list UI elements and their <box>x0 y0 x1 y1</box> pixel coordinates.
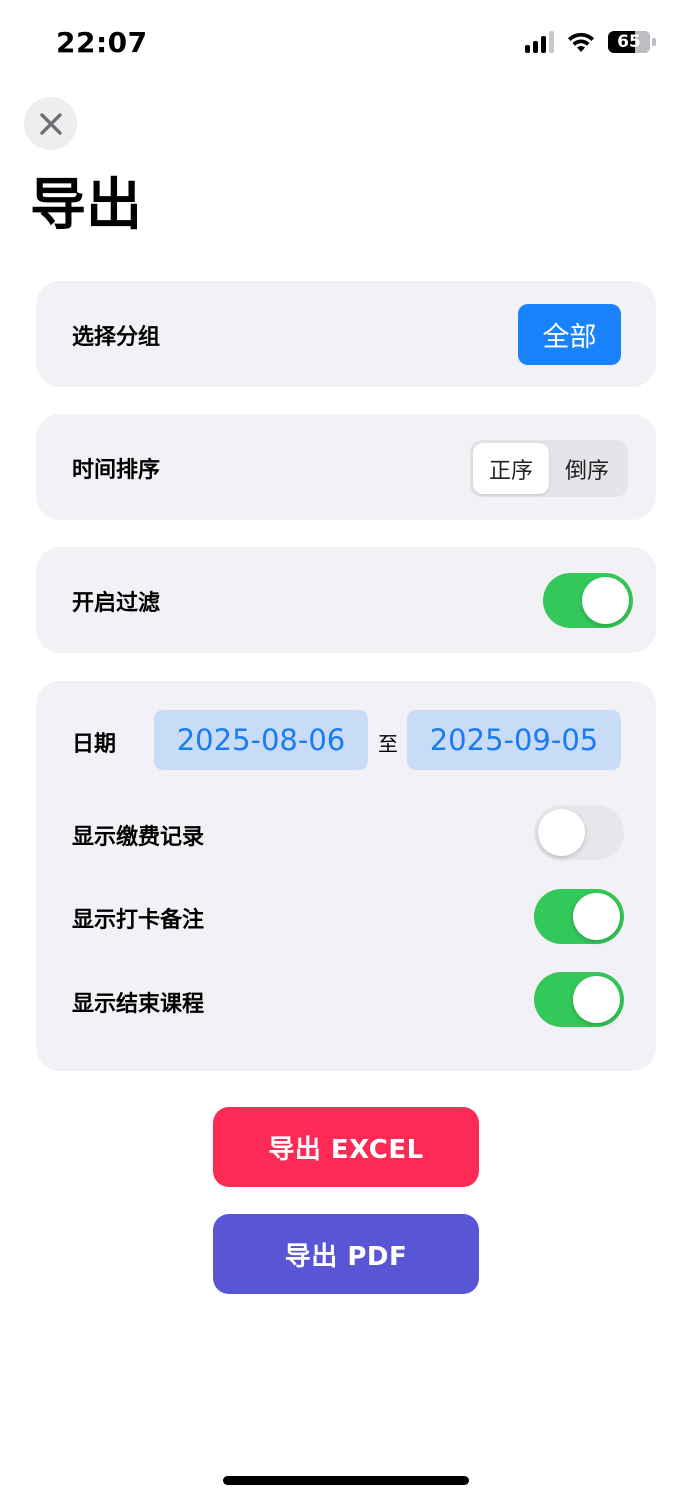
export-pdf-button[interactable]: 导出 PDF <box>213 1214 479 1294</box>
close-icon <box>39 112 62 135</box>
cellular-signal-icon <box>525 31 554 53</box>
close-button[interactable] <box>24 97 77 150</box>
show-payment-records-label: 显示缴费记录 <box>72 825 205 850</box>
show-ended-courses-toggle[interactable] <box>534 972 624 1027</box>
date-separator: 至 <box>378 732 398 756</box>
group-card: 选择分组 全部 <box>36 281 656 387</box>
page-title: 导出 <box>30 173 142 238</box>
sort-card: 时间排序 正序 倒序 <box>36 414 656 520</box>
sort-ascending-segment[interactable]: 正序 <box>473 443 549 494</box>
start-date-field[interactable]: 2025-08-06 <box>154 710 368 770</box>
end-date-field[interactable]: 2025-09-05 <box>407 710 621 770</box>
show-payment-records-toggle[interactable] <box>534 805 624 860</box>
show-checkin-notes-label: 显示打卡备注 <box>72 908 205 933</box>
sort-descending-segment[interactable]: 倒序 <box>549 443 625 494</box>
home-indicator <box>223 1476 469 1485</box>
show-ended-courses-label: 显示结束课程 <box>72 992 205 1017</box>
group-label: 选择分组 <box>72 325 161 350</box>
wifi-icon <box>568 32 594 52</box>
sort-segmented-control: 正序 倒序 <box>470 440 628 497</box>
toggle-knob <box>538 809 585 856</box>
toggle-knob <box>582 577 629 624</box>
sort-label: 时间排序 <box>72 458 161 483</box>
filter-options-card: 日期 2025-08-06 至 2025-09-05 显示缴费记录 显示打卡备注… <box>36 681 656 1071</box>
filter-label: 开启过滤 <box>72 591 161 616</box>
battery-level-text: 65 <box>617 32 641 52</box>
filter-card: 开启过滤 <box>36 547 656 653</box>
export-excel-button[interactable]: 导出 EXCEL <box>213 1107 479 1187</box>
status-bar: 22:07 65 <box>0 0 692 90</box>
status-time: 22:07 <box>56 26 148 59</box>
status-icons: 65 <box>525 30 656 54</box>
toggle-knob <box>573 893 620 940</box>
date-label: 日期 <box>72 732 117 757</box>
show-checkin-notes-toggle[interactable] <box>534 889 624 944</box>
group-select-button[interactable]: 全部 <box>518 304 621 365</box>
filter-toggle[interactable] <box>543 573 633 628</box>
toggle-knob <box>573 976 620 1023</box>
battery-icon: 65 <box>608 31 656 53</box>
